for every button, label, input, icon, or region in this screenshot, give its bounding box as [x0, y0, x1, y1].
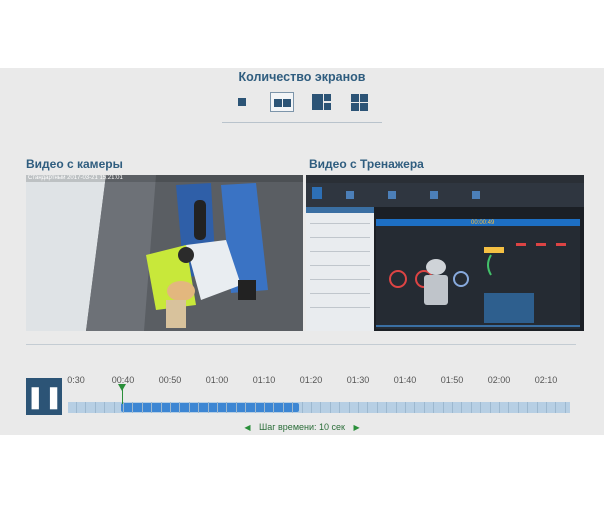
timeline-minor-tick [470, 402, 472, 413]
timeline-minor-tick [311, 402, 312, 413]
timeline-minor-tick [499, 402, 500, 413]
timeline-tick-label: 01:20 [299, 375, 323, 385]
camera-video[interactable]: Стандартный 2017-03-21 15:21:01 [26, 175, 303, 331]
screens-4-button[interactable] [348, 92, 372, 112]
screens-1-button[interactable] [231, 92, 255, 112]
timeline-minor-tick [480, 402, 482, 413]
timeline-minor-tick [264, 402, 265, 413]
timeline-minor-tick [367, 402, 369, 413]
timeline-minor-tick [123, 402, 124, 413]
timeline-minor-tick [329, 402, 331, 413]
step-value: 10 сек [319, 422, 345, 432]
timeline-minor-tick [320, 402, 322, 413]
timeline-minor-tick [179, 402, 181, 413]
timeline-tick-label: 01:00 [205, 375, 229, 385]
timeline-minor-tick [405, 402, 406, 413]
timeline-minor-tick [489, 402, 491, 413]
timeline-minor-tick [452, 402, 453, 413]
timeline-minor-tick [207, 402, 209, 413]
step-forward-icon[interactable]: ▶ [354, 423, 360, 432]
timeline-tick-label: 0:30 [67, 375, 85, 385]
timeline-separator [26, 344, 576, 345]
timeline-minor-tick [198, 402, 200, 413]
timeline-minor-tick [76, 402, 77, 413]
timeline-minor-tick [151, 402, 153, 413]
timeline-minor-tick [508, 402, 510, 413]
timeline-minor-tick [170, 402, 171, 413]
timeline-minor-tick [536, 402, 538, 413]
timeline-minor-tick [273, 402, 275, 413]
pause-icon: ❚❚ [26, 384, 63, 409]
timeline-tick-label: 02:00 [487, 375, 511, 385]
timeline-minor-tick [226, 402, 228, 413]
timeline-tick-label: 01:50 [440, 375, 464, 385]
timeline-minor-tick [348, 402, 350, 413]
timeline-minor-tick [113, 402, 115, 413]
timeline-tick-label: 01:30 [346, 375, 370, 385]
timeline-tick-label: 01:10 [252, 375, 276, 385]
timeline-minor-tick [104, 402, 106, 413]
timeline-minor-tick [132, 402, 134, 413]
single-screen-icon [238, 98, 246, 106]
timeline-minor-tick [395, 402, 397, 413]
step-back-icon[interactable]: ◀ [244, 423, 250, 432]
camera-frame [26, 175, 303, 331]
four-screens-icon [351, 94, 368, 111]
timeline-minor-tick [282, 402, 284, 413]
three-screens-icon [312, 94, 331, 110]
timeline-tick-label: 00:50 [158, 375, 182, 385]
timeline-progress[interactable] [121, 403, 299, 412]
timeline-minor-tick [546, 402, 547, 413]
timeline-minor-tick [386, 402, 388, 413]
timeline-minor-tick [517, 402, 519, 413]
timeline-minor-tick [85, 402, 87, 413]
timeline-minor-tick [564, 402, 566, 413]
timeline-minor-tick [188, 402, 190, 413]
timeline-minor-tick [254, 402, 256, 413]
timeline-minor-tick [358, 402, 359, 413]
timeline-minor-tick [235, 402, 237, 413]
timeline-minor-tick [339, 402, 341, 413]
camera-video-label: Видео с камеры [26, 157, 123, 171]
timeline-minor-tick [141, 402, 143, 413]
two-screens-icon [274, 99, 291, 107]
timeline-track[interactable] [68, 402, 570, 413]
timeline-minor-tick [527, 402, 529, 413]
timeline-minor-tick [217, 402, 218, 413]
timeline-minor-tick [94, 402, 96, 413]
step-label: Шаг времени: [258, 422, 317, 432]
timeline-minor-tick [433, 402, 435, 413]
timeline-minor-tick [555, 402, 557, 413]
timeline-minor-tick [461, 402, 463, 413]
timeline-minor-tick [292, 402, 294, 413]
timeline-minor-tick [376, 402, 378, 413]
trainer-time: 00:00:49 [471, 220, 495, 226]
timeline-minor-tick [442, 402, 444, 413]
timeline-cursor-handle[interactable] [118, 384, 126, 391]
timeline-tick-label: 02:10 [534, 375, 558, 385]
trainer-frame [306, 175, 584, 331]
header-divider [222, 122, 382, 123]
timeline-minor-tick [160, 402, 162, 413]
timeline-minor-tick [301, 402, 303, 413]
trainer-video-label: Видео с Тренажера [309, 157, 424, 171]
screens-3-button[interactable] [309, 92, 333, 112]
time-step: ◀ Шаг времени: 10 сек ▶ [0, 422, 604, 432]
timeline-minor-tick [423, 402, 425, 413]
screen-count-title: Количество экранов [238, 70, 366, 84]
timeline-minor-tick [414, 402, 416, 413]
camera-timestamp: Стандартный 2017-03-21 15:21:01 [28, 175, 123, 181]
timeline-tick-label: 01:40 [393, 375, 417, 385]
trainer-video[interactable]: 00:00:49 [306, 175, 584, 331]
screens-2-button[interactable] [270, 92, 294, 112]
timeline-minor-tick [245, 402, 247, 413]
